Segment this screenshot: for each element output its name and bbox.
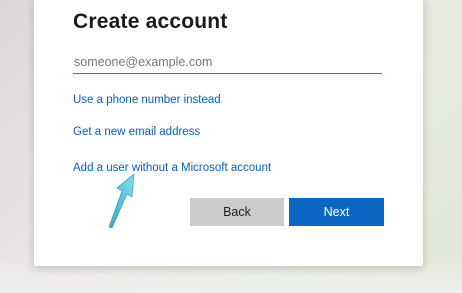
create-account-dialog: Create account Use a phone number instea… (34, 0, 423, 266)
next-button[interactable]: Next (289, 198, 384, 226)
back-button[interactable]: Back (190, 198, 284, 226)
pointer-arrow-icon (108, 173, 135, 229)
get-new-email-link[interactable]: Get a new email address (73, 126, 200, 138)
email-field[interactable] (73, 50, 382, 74)
use-phone-number-link[interactable]: Use a phone number instead (73, 94, 221, 106)
dialog-title: Create account (73, 10, 228, 33)
